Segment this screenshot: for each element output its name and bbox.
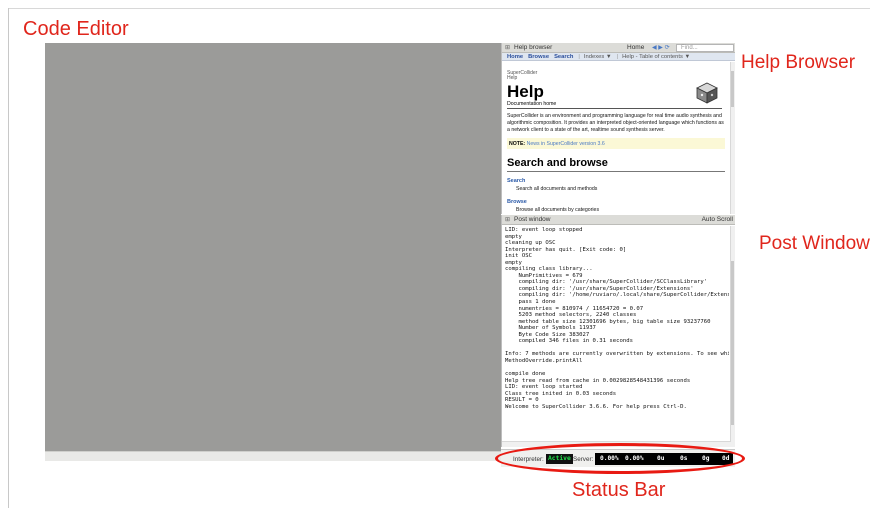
post-line: compiling dir: '/usr/share/SuperCollider… bbox=[505, 279, 708, 286]
post-window-output[interactable]: LID: event loop stopped empty cleaning up … bbox=[505, 227, 729, 439]
help-find-input[interactable]: Find... bbox=[676, 44, 734, 52]
status-bar-highlight-ellipse bbox=[495, 443, 745, 474]
help-intro-paragraph: SuperCollider is an environment and prog… bbox=[507, 113, 724, 133]
code-editor-annotation: Code Editor bbox=[23, 18, 129, 40]
help-tab-browse[interactable]: Browse bbox=[528, 54, 549, 60]
post-window-annotation: Post Window bbox=[759, 233, 870, 254]
help-browser-titlebar[interactable]: ⊞ Help browser Home ◀ ▶ ⟳ Find... bbox=[502, 43, 735, 53]
help-browser-home-label: Home bbox=[627, 44, 645, 51]
help-browser-toolbar: Home Browse Search | Indexes ▼ | Help - … bbox=[502, 53, 735, 61]
code-editor[interactable] bbox=[45, 43, 501, 451]
frame-border-left bbox=[8, 8, 9, 508]
post-line: Info: 7 methods are currently overwritte… bbox=[505, 351, 729, 358]
toolbar-divider: | bbox=[578, 53, 580, 60]
code-editor-horizontal-scrollbar[interactable] bbox=[45, 451, 501, 461]
help-document-content: SuperCollider Help Help Documentation ho… bbox=[507, 62, 729, 213]
browse-link[interactable]: Browse bbox=[507, 199, 527, 205]
help-browser-scroll-thumb[interactable] bbox=[731, 71, 734, 107]
status-bar-annotation: Status Bar bbox=[572, 479, 666, 501]
post-window-titlebar[interactable]: ⊞ Post window Auto Scroll bbox=[502, 215, 735, 225]
note-label: NOTE: bbox=[509, 141, 526, 147]
help-browser-annotation: Help Browser bbox=[741, 52, 856, 73]
dock-grip-icon[interactable]: ⊞ bbox=[505, 44, 511, 51]
toolbar-divider: | bbox=[616, 53, 619, 60]
help-page-title: Help bbox=[507, 82, 544, 101]
dock-grip-icon[interactable]: ⊞ bbox=[505, 216, 510, 223]
browse-link-description: Browse all documents by categories bbox=[516, 207, 600, 213]
search-link[interactable]: Search bbox=[507, 178, 525, 184]
help-page-subtitle: Documentation home bbox=[507, 101, 722, 109]
help-browser-panel: ⊞ Help browser Home ◀ ▶ ⟳ Find... Home B… bbox=[501, 43, 735, 214]
search-link-description: Search all documents and methods bbox=[516, 186, 598, 192]
frame-border-top bbox=[8, 8, 870, 9]
help-table-of-contents-dropdown[interactable]: Help - Table of contents ▼ bbox=[622, 54, 690, 60]
post-window-title: Post window bbox=[514, 216, 551, 223]
auto-scroll-toggle[interactable]: Auto Scroll bbox=[702, 216, 733, 223]
news-link[interactable]: News in SuperCollider version 3.6 bbox=[527, 141, 605, 147]
help-note-box: NOTE: News in SuperCollider version 3.6 bbox=[507, 138, 725, 149]
section-heading: Search and browse bbox=[507, 157, 725, 172]
breadcrumb-sub[interactable]: Help bbox=[507, 75, 517, 81]
help-tab-home[interactable]: Home bbox=[507, 54, 523, 60]
navigation-arrows-icon[interactable]: ◀ ▶ ⟳ bbox=[652, 44, 670, 51]
post-line: Welcome to SuperCollider 3.6.6. For help… bbox=[505, 403, 687, 410]
help-indexes-dropdown[interactable]: Indexes ▼ bbox=[584, 54, 612, 60]
post-window-scroll-thumb[interactable] bbox=[731, 261, 734, 425]
post-window-panel: ⊞ Post window Auto Scroll LID: event loo… bbox=[501, 215, 735, 447]
help-browser-title: Help browser bbox=[514, 44, 553, 51]
help-tab-search[interactable]: Search bbox=[554, 54, 573, 60]
